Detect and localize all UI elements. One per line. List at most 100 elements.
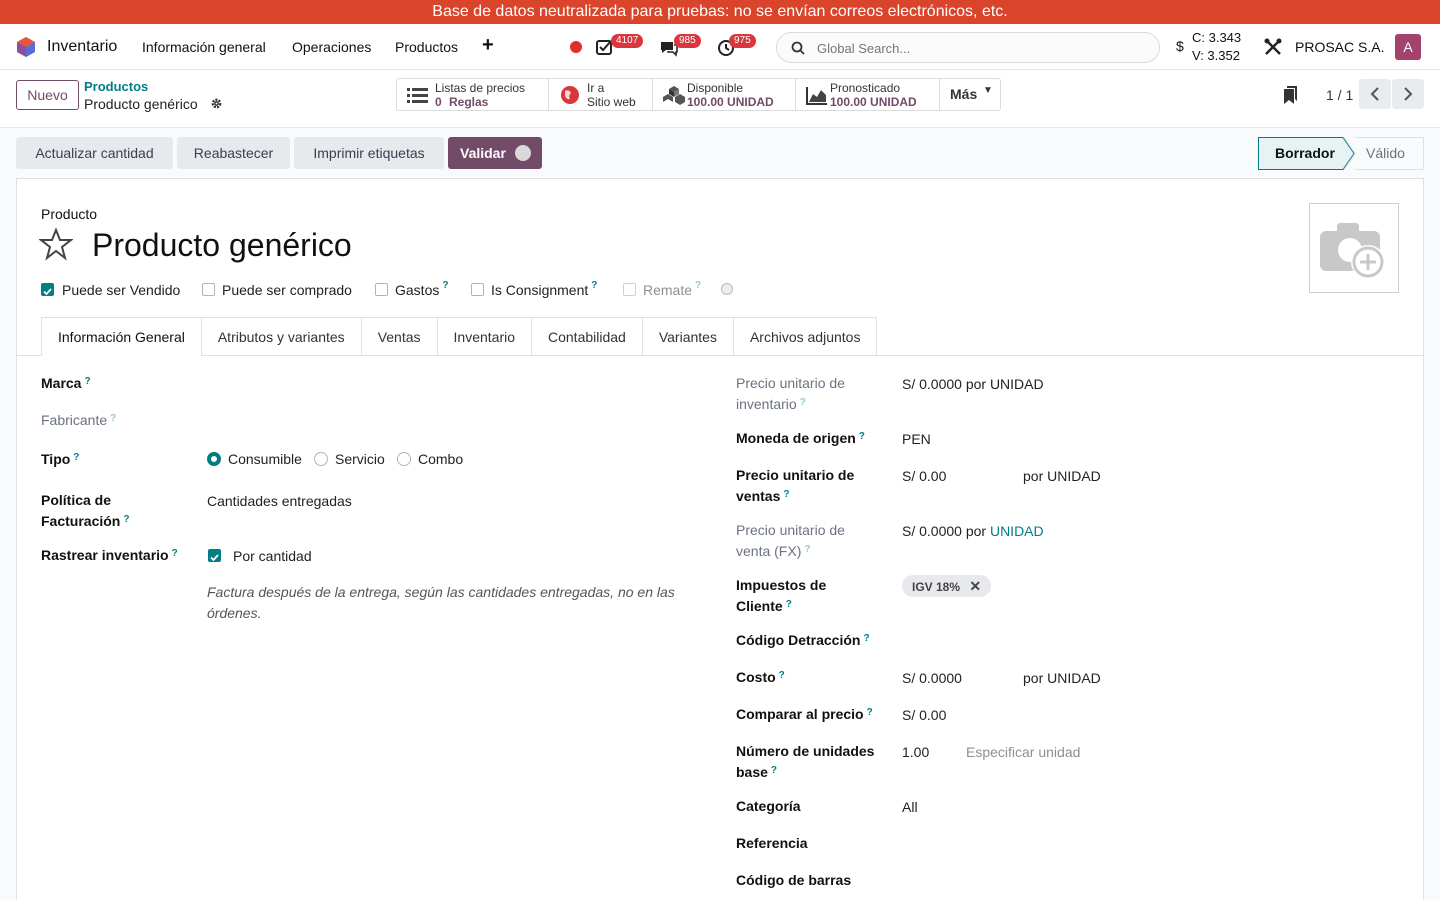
barcode-input[interactable] <box>902 870 1302 891</box>
forecasted-smart-button[interactable]: Pronosticado 100.00 UNIDAD <box>796 79 940 110</box>
bookmark-icon[interactable] <box>1284 86 1298 104</box>
expenses-checkbox[interactable] <box>375 283 388 296</box>
menu-item-products[interactable]: Productos <box>395 39 458 55</box>
type-radio-service[interactable] <box>314 452 328 466</box>
quick-create-plus-icon[interactable]: + <box>482 34 494 57</box>
brand-field-label: Marca? <box>41 375 91 391</box>
product-image-upload[interactable] <box>1309 203 1399 293</box>
help-icon[interactable]: ? <box>695 280 701 291</box>
remove-tag-close-icon[interactable]: ✕ <box>969 578 981 594</box>
help-icon[interactable]: ? <box>73 452 79 463</box>
help-icon[interactable]: ? <box>867 707 873 718</box>
replenish-button[interactable]: Reabastecer <box>177 137 290 169</box>
pager-value[interactable]: 1 / 1 <box>1326 87 1353 103</box>
tab-general-info[interactable]: Información General <box>41 317 202 356</box>
help-icon[interactable]: ? <box>800 397 806 408</box>
menu-item-general-info[interactable]: Información general <box>142 39 266 55</box>
base-units-input[interactable]: 1.00 <box>902 742 929 763</box>
chevron-left-icon <box>1370 87 1379 101</box>
exchange-rates: C: 3.343 V: 3.352 <box>1192 29 1241 65</box>
detraction-code-label: Código Detracción? <box>736 632 870 648</box>
go-to-website-smart-button[interactable]: Ir a Sitio web <box>549 79 653 110</box>
tab-attachments[interactable]: Archivos adjuntos <box>733 317 878 356</box>
global-search-input[interactable] <box>817 38 1147 58</box>
compare-price-input[interactable]: S/ 0.00 <box>902 705 946 726</box>
gear-icon[interactable] <box>210 97 223 110</box>
debug-tools-icon[interactable] <box>1264 38 1282 56</box>
tab-accounting[interactable]: Contabilidad <box>532 317 643 356</box>
pricelists-unit: Reglas <box>449 95 489 109</box>
consignment-label: Is Consignment? <box>491 280 598 298</box>
type-field-label: Tipo? <box>41 451 80 467</box>
tab-variants[interactable]: Variantes <box>642 317 734 356</box>
help-icon[interactable]: ? <box>804 544 810 555</box>
type-option-combo: Combo <box>418 451 464 467</box>
help-icon[interactable]: ? <box>786 599 792 610</box>
validate-button[interactable]: Validar <box>448 137 542 169</box>
cost-input[interactable]: S/ 0.0000 <box>902 668 962 689</box>
status-draft[interactable]: Borrador <box>1275 145 1335 161</box>
pricelists-smart-button[interactable]: Listas de precios 0 Reglas <box>397 79 549 110</box>
status-valid[interactable]: Válido <box>1366 145 1405 161</box>
track-inventory-checkbox[interactable] <box>208 549 221 562</box>
clearance-checkbox[interactable] <box>623 283 636 296</box>
area-chart-icon <box>806 87 827 105</box>
inventory-app-icon[interactable] <box>16 37 36 57</box>
global-search-box[interactable] <box>776 32 1160 63</box>
category-label: Categoría <box>736 798 801 814</box>
pager-next-button[interactable] <box>1392 79 1424 109</box>
product-name[interactable]: Producto genérico <box>92 227 352 264</box>
help-icon[interactable]: ? <box>84 376 90 387</box>
help-icon[interactable]: ? <box>591 280 597 291</box>
help-icon[interactable]: ? <box>442 280 448 291</box>
help-icon[interactable]: ? <box>123 514 129 525</box>
base-unit-select[interactable]: Especificar unidad <box>966 742 1080 763</box>
origin-currency-select[interactable]: PEN <box>902 429 931 450</box>
activities-badge: 4107 <box>611 34 644 48</box>
sale-price-input[interactable]: S/ 0.00 <box>902 466 946 487</box>
sale-ok-checkbox[interactable] <box>41 283 54 296</box>
reference-input[interactable] <box>902 833 1302 854</box>
favorite-star-icon[interactable] <box>39 227 73 261</box>
product-label: Producto <box>41 206 98 222</box>
category-select[interactable]: All <box>902 797 918 818</box>
pager-previous-button[interactable] <box>1359 79 1391 109</box>
brand-input[interactable] <box>207 373 697 394</box>
status-bar: Borrador Válido <box>1258 137 1424 170</box>
more-dropdown-button[interactable]: Más ▼ <box>940 79 1000 110</box>
help-icon[interactable]: ? <box>110 413 116 424</box>
status-dot-icon <box>721 283 733 295</box>
help-icon[interactable]: ? <box>863 633 869 644</box>
track-inventory-mode[interactable]: Por cantidad <box>233 546 312 567</box>
available-smart-button[interactable]: Disponible 100.00 UNIDAD <box>653 79 796 110</box>
sale-price-label: Precio unitario de ventas? <box>736 467 855 504</box>
tab-attributes-variants[interactable]: Atributos y variantes <box>201 317 362 356</box>
help-icon[interactable]: ? <box>771 765 777 776</box>
help-icon[interactable]: ? <box>859 431 865 442</box>
more-label: Más <box>950 86 978 102</box>
update-quantity-button[interactable]: Actualizar cantidad <box>16 137 173 169</box>
user-avatar[interactable]: A <box>1395 34 1421 60</box>
invoice-policy-select[interactable]: Cantidades entregadas <box>207 491 352 512</box>
sale-price-fx-uom-link[interactable]: UNIDAD <box>990 523 1044 539</box>
tab-sales[interactable]: Ventas <box>361 317 438 356</box>
menu-item-operations[interactable]: Operaciones <box>292 39 371 55</box>
clearance-label: Remate? <box>643 280 702 298</box>
manufacturer-field-label: Fabricante? <box>41 412 117 428</box>
company-switcher[interactable]: PROSAC S.A. <box>1295 39 1384 55</box>
recording-indicator-icon[interactable] <box>570 41 582 53</box>
top-navbar: Inventario Información general Operacion… <box>0 24 1440 70</box>
help-icon[interactable]: ? <box>783 489 789 500</box>
type-radio-consumable[interactable] <box>207 452 221 466</box>
print-labels-button[interactable]: Imprimir etiquetas <box>294 137 444 169</box>
breadcrumb-products-link[interactable]: Productos <box>84 79 148 94</box>
new-record-button[interactable]: Nuevo <box>16 80 79 110</box>
help-icon[interactable]: ? <box>779 670 785 681</box>
tab-inventory[interactable]: Inventario <box>437 317 532 356</box>
consignment-checkbox[interactable] <box>471 283 484 296</box>
purchase-ok-checkbox[interactable] <box>202 283 215 296</box>
detraction-code-input[interactable] <box>902 630 1302 651</box>
app-name[interactable]: Inventario <box>47 38 117 56</box>
help-icon[interactable]: ? <box>172 548 178 559</box>
type-radio-combo[interactable] <box>397 452 411 466</box>
